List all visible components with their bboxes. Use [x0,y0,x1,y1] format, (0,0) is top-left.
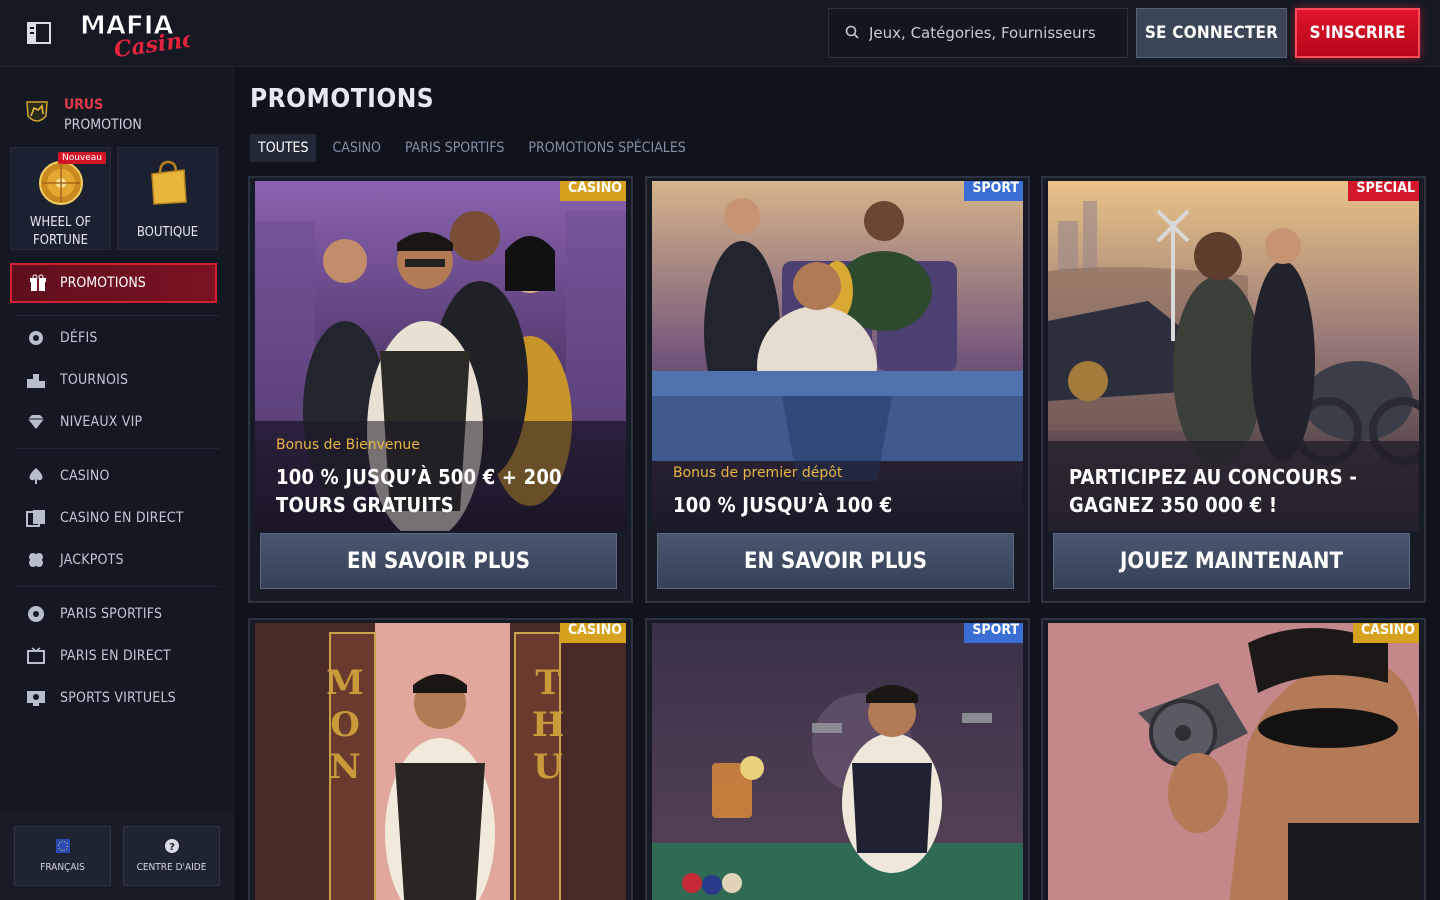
promo-info: Bonus de premier dépôt 100 % JUSQU’À 100… [673,465,1003,519]
promo-subtitle: Bonus de premier dépôt [673,465,843,481]
sidebar-item-label: JACKPOTS [60,552,124,568]
live-cards-icon [26,508,46,528]
monitor-icon [26,688,46,708]
new-badge: Nouveau [57,152,106,164]
sidebar-item-live-betting[interactable]: PARIS EN DIRECT [26,644,216,668]
promo-card-contest[interactable]: SPÉCIAL PARTICIPEZ AU CONCOURS - GAGNEZ … [1041,176,1426,603]
sidebar: URUS PROMOTION Nouveau WHEEL OF FORTUNE … [0,67,234,900]
sidebar-item-vip[interactable]: NIVEAUX VIP [26,410,216,434]
shopping-bag-icon [146,160,190,210]
top-header: MAFIA Casino SE CONNECTER S'INSCRIRE [0,0,1440,67]
promo-info: PARTICIPEZ AU CONCOURS - GAGNEZ 350 000 … [1069,463,1399,519]
urus-promotion-link[interactable]: URUS PROMOTION [24,85,224,145]
eu-flag-icon [55,839,70,856]
search-input[interactable] [869,24,1119,42]
badge-gear-icon [26,328,46,348]
help-question-icon: ? [164,839,179,856]
signup-button[interactable]: S'INSCRIRE [1295,8,1420,58]
sidebar-item-casino[interactable]: CASINO [26,464,216,488]
mafia-doors-illustration: MON THU CASINO [255,623,626,900]
promo-tabs: TOUTES CASINO PARIS SPORTIFS PROMOTIONS … [250,134,702,164]
learn-more-button[interactable]: EN SAVOIR PLUS [657,533,1014,589]
divider [14,315,220,316]
sidebar-item-label: PARIS EN DIRECT [60,648,171,664]
page-title: PROMOTIONS [250,84,435,114]
wheel-label-line1: WHEEL OF [29,215,92,230]
category-tag: CASINO [1353,623,1419,643]
shop-tile[interactable]: BOUTIQUE [117,147,218,250]
sidebar-item-label: DÉFIS [60,330,98,346]
tab-all[interactable]: TOUTES [250,134,317,162]
category-tag: SPORT [964,181,1023,201]
login-button[interactable]: SE CONNECTER [1136,8,1287,58]
sidebar-item-label: CASINO [60,468,110,484]
wheel-icon [36,160,86,210]
door-text-right: THU [528,663,568,789]
door-text-left: MON [325,663,365,789]
sidebar-item-label: PROMOTIONS [60,275,146,291]
learn-more-button[interactable]: EN SAVOIR PLUS [260,533,617,589]
mafia-saloon-illustration: SPORT [652,623,1023,900]
diamond-icon [26,412,46,432]
sidebar-item-label: CASINO EN DIRECT [60,510,184,526]
promo-card-revolver[interactable]: CASINO [1041,618,1426,900]
sidebar-item-tournois[interactable]: TOURNOIS [26,368,216,392]
tab-sports-betting[interactable]: PARIS SPORTIFS [397,134,512,162]
sidebar-item-promotions[interactable]: PROMOTIONS [10,263,217,303]
divider [14,586,220,587]
clover-icon [26,550,46,570]
lamborghini-bull-icon [24,98,50,132]
sidebar-item-virtual-sports[interactable]: SPORTS VIRTUELS [26,686,216,710]
help-center-button[interactable]: ? CENTRE D'AIDE [123,826,220,886]
sidebar-item-label: SPORTS VIRTUELS [60,690,176,706]
search-box[interactable] [828,8,1128,58]
language-button[interactable]: FRANÇAIS [14,826,111,886]
live-tv-icon [26,646,46,666]
sidebar-item-label: NIVEAUX VIP [60,414,143,430]
sidebar-item-jackpots[interactable]: JACKPOTS [26,548,216,572]
promo-headline: PARTICIPEZ AU CONCOURS - GAGNEZ 350 000 … [1069,465,1358,517]
sidebar-item-label: PARIS SPORTIFS [60,606,163,622]
play-now-button[interactable]: JOUEZ MAINTENANT [1053,533,1410,589]
category-tag: CASINO [560,181,626,201]
promo-subtitle: Bonus de Bienvenue [276,437,420,453]
promo-card-saloon[interactable]: SPORT [645,618,1030,900]
language-label: FRANÇAIS [40,862,85,873]
promo-card-first-deposit[interactable]: SPORT Bonus de premier dépôt 100 % JUSQU… [645,176,1030,603]
help-label: CENTRE D'AIDE [136,862,207,873]
spade-icon [26,466,46,486]
sidebar-item-sports[interactable]: PARIS SPORTIFS [26,602,216,626]
category-tag: CASINO [560,623,626,643]
promo-headline: 100 % JUSQU’À 500 € + 200 TOURS GRATUITS [276,465,562,517]
gift-icon [28,273,48,293]
sidebar-toggle-icon[interactable] [26,20,52,46]
mafia-revolver-illustration: CASINO [1048,623,1419,900]
divider [14,448,220,449]
tab-casino[interactable]: CASINO [324,134,388,162]
promo-headline: 100 % JUSQU’À 100 € [673,493,893,517]
promo-subtitle: PROMOTION [64,117,142,133]
sidebar-item-live-casino[interactable]: CASINO EN DIRECT [26,506,216,530]
shop-label: BOUTIQUE [136,225,199,240]
soccer-ball-icon [26,604,46,624]
wheel-of-fortune-tile[interactable]: Nouveau WHEEL OF FORTUNE [10,147,111,250]
category-tag: SPÉCIAL [1348,181,1419,201]
promo-title: URUS [64,97,104,113]
promo-card-welcome[interactable]: CASINO Bonus de Bienvenue 100 % JUSQU’À … [248,176,633,603]
tab-special-promotions[interactable]: PROMOTIONS SPÉCIALES [520,134,693,162]
sidebar-item-label: TOURNOIS [60,372,129,388]
search-icon [845,24,859,43]
mafia-casino-logo[interactable]: MAFIA Casino [78,8,199,64]
sidebar-footer: FRANÇAIS ? CENTRE D'AIDE [0,813,233,900]
sidebar-item-defis[interactable]: DÉFIS [26,326,216,350]
wheel-label-line2: FORTUNE [33,233,88,248]
category-tag: SPORT [964,623,1023,643]
promo-info: Bonus de Bienvenue 100 % JUSQU’À 500 € +… [276,437,606,519]
promo-card-weekday[interactable]: MON THU CASINO [248,618,633,900]
podium-icon [26,370,46,390]
svg-text:?: ? [169,842,175,853]
